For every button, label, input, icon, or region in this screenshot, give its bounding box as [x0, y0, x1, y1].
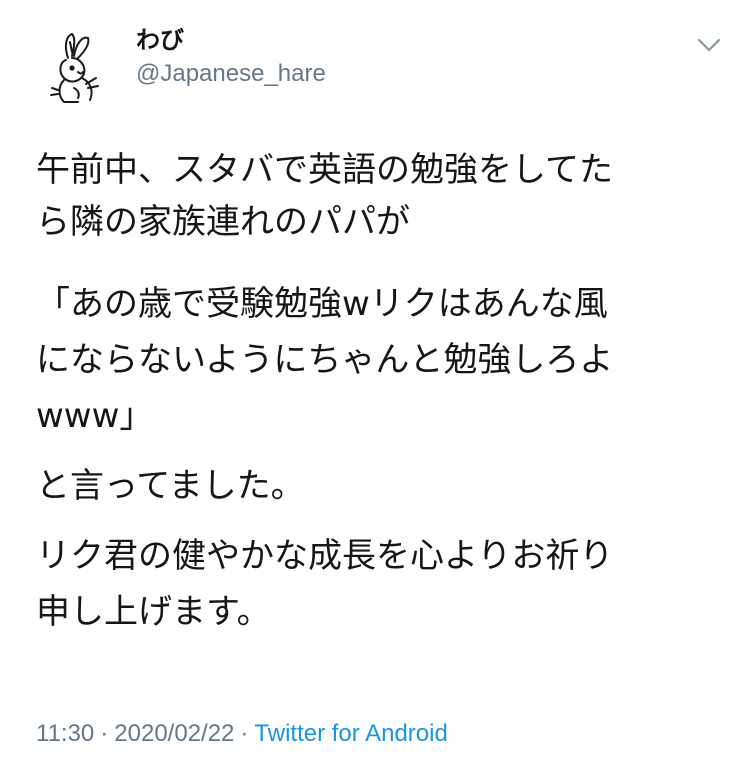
tweet-text-line: リク君の健やかな成長を心よりお祈り: [36, 536, 614, 576]
tweet: わび @Japanese_hare 午前中、スタバで英語の勉強をしてた ら隣の家…: [0, 0, 750, 771]
user-handle[interactable]: @Japanese_hare: [136, 58, 326, 90]
tweet-text-line: www」: [36, 396, 154, 436]
tweet-paragraph-2: 「あの歳で受験勉強wリクはあんな風 にならないようにちゃんと勉強しろよ www」: [36, 278, 726, 446]
tweet-paragraph-3: と言ってました。: [36, 460, 726, 512]
tweet-paragraph-1: 午前中、スタバで英語の勉強をしてた ら隣の家族連れのパパが: [36, 144, 726, 248]
tweet-text-line: 「あの歳で受験勉強wリクはあんな風: [36, 284, 608, 324]
meta-separator: ·: [100, 720, 109, 747]
tweet-text-line: と言ってました。: [36, 466, 305, 506]
tweet-metadata: 11:30 · 2020/02/22 · Twitter for Android: [36, 716, 448, 752]
tweet-text-line: 申し上げます。: [36, 592, 271, 632]
tweet-time[interactable]: 11:30: [36, 720, 94, 747]
tweet-source-link[interactable]: Twitter for Android: [254, 720, 447, 747]
chevron-down-icon[interactable]: [694, 30, 724, 60]
meta-separator: ·: [240, 720, 249, 747]
tweet-date[interactable]: 2020/02/22: [114, 720, 234, 747]
tweet-paragraph-4: リク君の健やかな成長を心よりお祈り 申し上げます。: [36, 530, 726, 642]
avatar[interactable]: [38, 28, 118, 108]
rabbit-avatar-icon: [50, 33, 99, 103]
display-name[interactable]: わび: [136, 24, 184, 56]
tweet-text-line: ら隣の家族連れのパパが: [36, 202, 410, 242]
tweet-text-line: 午前中、スタバで英語の勉強をしてた: [36, 150, 613, 190]
tweet-text-line: にならないようにちゃんと勉強しろよ: [36, 340, 614, 380]
